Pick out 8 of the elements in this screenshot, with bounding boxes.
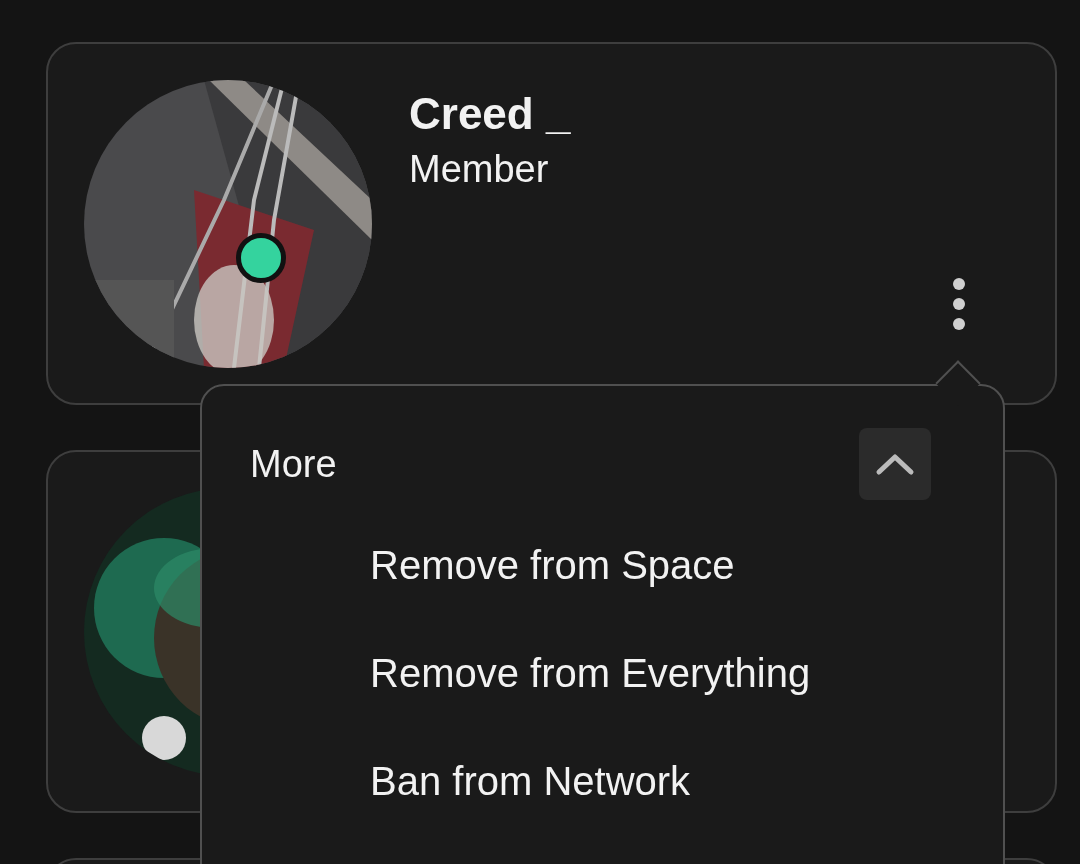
menu-item[interactable]: Remove from Everything bbox=[370, 646, 811, 700]
member-name: Creed _ bbox=[409, 88, 571, 140]
menu-item[interactable]: Ban from Network bbox=[370, 754, 691, 808]
member-role: Member bbox=[409, 147, 549, 192]
menu-item[interactable]: Remove from Space bbox=[370, 538, 735, 592]
menu-title: More bbox=[250, 442, 337, 486]
collapse-button[interactable] bbox=[859, 428, 931, 500]
chevron-up-icon bbox=[875, 452, 915, 476]
